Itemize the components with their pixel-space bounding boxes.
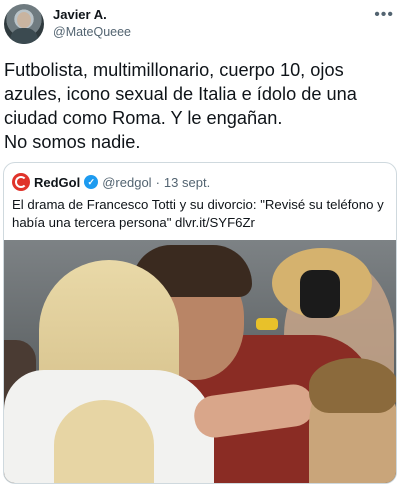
photo-totti-embrace[interactable] [4, 240, 396, 483]
tweet-text-line: Futbolista, multimillonario, cuerpo 10, … [4, 60, 344, 80]
redgol-logo-icon[interactable] [12, 173, 30, 191]
tweet-text: Futbolista, multimillonario, cuerpo 10, … [4, 58, 396, 154]
author-handle[interactable]: @MateQueee [53, 25, 131, 39]
author-name[interactable]: Javier A. [53, 7, 107, 22]
quoted-author-name[interactable]: RedGol [34, 175, 80, 190]
separator-dot: · [155, 174, 160, 190]
tweet-text-line: azules, icono sexual de Italia e ídolo d… [4, 84, 357, 104]
quoted-tweet-text: El drama de Francesco Totti y su divorci… [12, 197, 384, 230]
quoted-tweet-card[interactable]: RedGol ✓ @redgol · 13 sept. El drama de … [3, 162, 397, 484]
verified-badge-icon: ✓ [84, 175, 99, 189]
quoted-tweet-header: RedGol ✓ @redgol · 13 sept. [12, 173, 210, 191]
more-horizontal-icon[interactable]: ••• [374, 6, 394, 24]
tweet-text-line: No somos nadie. [4, 132, 141, 152]
quoted-date[interactable]: 13 sept. [164, 175, 210, 190]
quoted-author-handle[interactable]: @redgol [102, 175, 151, 190]
avatar[interactable] [4, 4, 44, 44]
tweet-header: Javier A. @MateQueee ••• [0, 0, 400, 50]
tweet-text-line: ciudad como Roma. Y le engañan. [4, 108, 283, 128]
